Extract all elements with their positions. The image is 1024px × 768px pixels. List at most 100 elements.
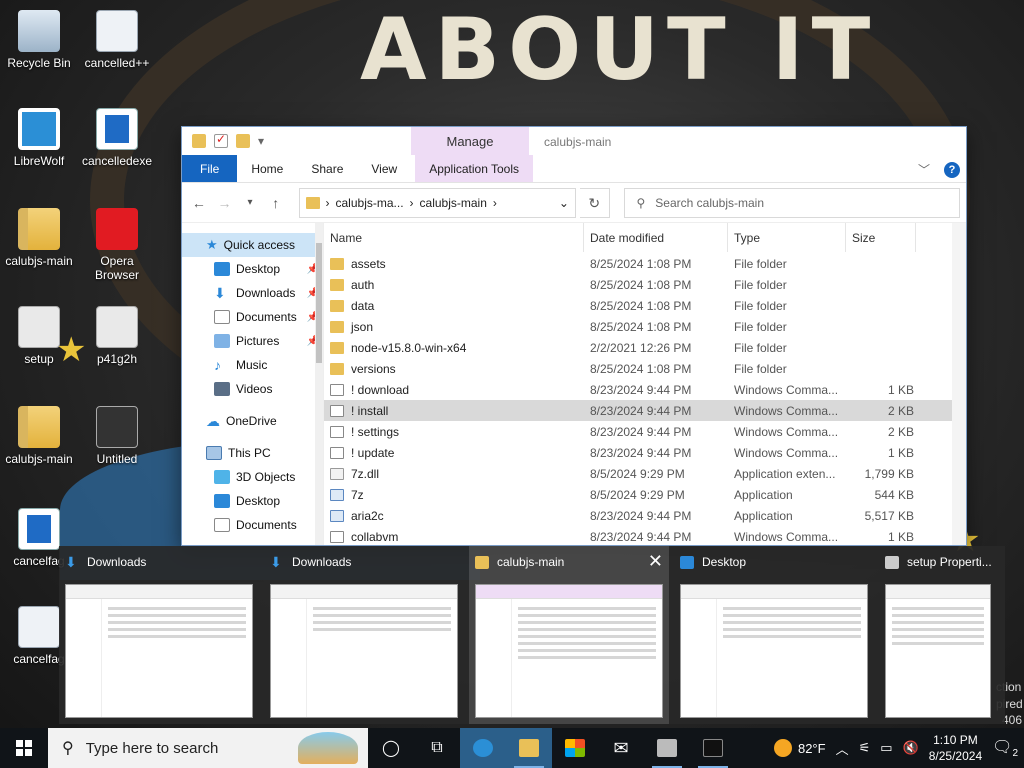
file-row[interactable]: collabvm 8/23/2024 9:44 PM Windows Comma..… — [324, 526, 966, 545]
tab-file[interactable]: File — [182, 155, 238, 182]
desktop-icon-recycle-bin[interactable]: Recycle Bin — [0, 10, 79, 70]
address-bar[interactable]: › calubjs-ma... › calubjs-main › ⌄ — [298, 187, 576, 218]
chevron-right-icon: › — [492, 195, 497, 210]
desktop-icon-librewolf[interactable]: LibreWolf — [0, 108, 79, 168]
nav-scrollbar[interactable] — [315, 223, 323, 545]
taskbar-mail[interactable]: ✉ — [598, 728, 644, 768]
file-list-scrollbar[interactable] — [952, 223, 966, 545]
thumbnail-calubjs-main[interactable]: calubjs-main ✕ — [469, 546, 669, 724]
file-row[interactable]: ! install 8/23/2024 9:44 PM Windows Comma.… — [324, 400, 966, 421]
tab-application-tools[interactable]: Application Tools — [415, 155, 534, 182]
column-header-size[interactable]: Size — [846, 223, 916, 252]
thumbnail-setup-properties[interactable]: setup Properti... — [879, 546, 1005, 724]
desktop-icon-opera[interactable]: Opera Browser — [77, 208, 157, 282]
thumbnail-downloads-1[interactable]: ⬇ Downloads — [59, 546, 259, 724]
taskbar-file-explorer[interactable] — [506, 728, 552, 768]
back-icon[interactable]: ← — [188, 195, 210, 211]
file-row[interactable]: ! download 8/23/2024 9:44 PM Windows Comma… — [324, 379, 966, 400]
customize-toolbar-icon[interactable]: ▾ — [258, 134, 264, 148]
nav-item-pictures[interactable]: Pictures 📌 — [182, 329, 323, 353]
file-row[interactable]: ! update 8/23/2024 9:44 PM Windows Comma..… — [324, 442, 966, 463]
taskbar-search-box[interactable]: ⚲ Type here to search — [48, 728, 368, 768]
clock[interactable]: 1:10 PM 8/25/2024 — [929, 732, 982, 764]
refresh-icon[interactable]: ↻ — [579, 187, 610, 218]
desktop-icon-label: cancelled++ — [84, 56, 150, 70]
tab-view[interactable]: View — [357, 155, 411, 182]
chevron-up-icon[interactable]: ︿ — [836, 739, 849, 758]
desktop-icon-label: cancelfag — [13, 554, 65, 568]
desktop-icon-label: Recycle Bin — [7, 56, 71, 70]
desktop-icon-cancelled-plus[interactable]: cancelled++ — [77, 10, 157, 70]
breadcrumb-item[interactable]: calubjs-main — [420, 196, 487, 210]
nav-item-this-pc[interactable]: This PC — [182, 441, 323, 465]
notifications-icon[interactable]: 🗨2 — [992, 737, 1018, 759]
file-name: node-v15.8.0-win-x64 — [351, 340, 467, 355]
recent-locations-icon[interactable]: ▾ — [239, 197, 261, 208]
nav-label: Desktop — [236, 494, 281, 508]
desktop-icon-calubjs-zip[interactable]: calubjs-main — [0, 208, 79, 268]
tab-share[interactable]: Share — [297, 155, 357, 182]
file-row[interactable]: json 8/25/2024 1:08 PM File folder — [324, 316, 966, 337]
chevron-right-icon: › — [325, 195, 330, 210]
file-row[interactable]: 7z 8/5/2024 9:29 PM Application 544 KB — [324, 484, 966, 505]
desktop-icon-untitled[interactable]: Untitled — [77, 406, 157, 466]
nav-item-music[interactable]: ♪ Music — [182, 353, 323, 377]
file-row[interactable]: aria2c 8/23/2024 9:44 PM Application 5,517 … — [324, 505, 966, 526]
file-row[interactable]: 7z.dll 8/5/2024 9:29 PM Application exten.… — [324, 463, 966, 484]
taskbar-store[interactable] — [552, 728, 598, 768]
expand-ribbon-icon[interactable]: ﹀ — [918, 161, 930, 178]
file-row[interactable]: assets 8/25/2024 1:08 PM File folder — [324, 253, 966, 274]
screen-icon[interactable]: ▭ — [880, 740, 892, 756]
nav-item-videos[interactable]: Videos — [182, 377, 323, 401]
file-row[interactable]: ! settings 8/23/2024 9:44 PM Windows Comma… — [324, 421, 966, 442]
desktop-icon-calubjs-main[interactable]: calubjs-main — [0, 406, 79, 466]
nav-item-documents[interactable]: Documents 📌 — [182, 305, 323, 329]
column-header-name[interactable]: Name — [324, 223, 584, 252]
up-icon[interactable]: ↑ — [265, 195, 287, 211]
cortana-button[interactable]: ◯ — [368, 728, 414, 768]
desktop-icon — [214, 494, 230, 508]
cloud-icon: ☁ — [206, 412, 220, 429]
file-date: 8/23/2024 9:44 PM — [590, 508, 692, 523]
desktop-icon-cancelledexe[interactable]: cancelledexe — [77, 108, 157, 168]
chevron-down-icon[interactable]: ⌄ — [559, 196, 569, 210]
new-folder-icon[interactable] — [236, 134, 250, 148]
search-input[interactable]: ⚲ Search calubjs-main — [623, 187, 960, 218]
file-row[interactable]: auth 8/25/2024 1:08 PM File folder — [324, 274, 966, 295]
help-icon[interactable]: ? — [944, 161, 960, 178]
nav-item-quick-access[interactable]: ★ Quick access — [182, 233, 323, 257]
properties-icon[interactable] — [214, 132, 228, 148]
thumbnail-desktop[interactable]: Desktop — [674, 546, 874, 724]
notification-count: 2 — [1012, 748, 1018, 760]
tab-home[interactable]: Home — [237, 155, 297, 182]
column-header-date[interactable]: Date modified — [584, 223, 728, 252]
taskbar-setup[interactable] — [644, 728, 690, 768]
breadcrumb-item[interactable]: calubjs-ma... — [336, 196, 404, 210]
file-row[interactable]: versions 8/25/2024 1:08 PM File folder — [324, 358, 966, 379]
folder-icon — [519, 739, 539, 757]
close-icon[interactable]: ✕ — [648, 552, 663, 570]
desktop-icon-p41g2h[interactable]: p41g2h — [77, 306, 157, 366]
volume-muted-icon[interactable]: 🔇 — [903, 740, 919, 756]
start-button[interactable] — [0, 728, 48, 768]
taskbar-command-prompt[interactable] — [690, 728, 736, 768]
taskbar-librewolf[interactable] — [460, 728, 506, 768]
nav-item-desktop-pc[interactable]: Desktop — [182, 489, 323, 513]
thumbnail-downloads-2[interactable]: ⬇ Downloads — [264, 546, 464, 724]
file-row[interactable]: data 8/25/2024 1:08 PM File folder — [324, 295, 966, 316]
forward-icon[interactable]: → — [214, 195, 236, 211]
network-icon[interactable]: ⚟ — [859, 740, 871, 756]
nav-item-3d-objects[interactable]: 3D Objects — [182, 465, 323, 489]
nav-item-documents-pc[interactable]: Documents — [182, 513, 323, 537]
column-header-type[interactable]: Type — [728, 223, 846, 252]
nav-item-downloads[interactable]: ⬇ Downloads 📌 — [182, 281, 323, 305]
desktop-icon-setup[interactable]: setup — [0, 306, 79, 366]
task-view-button[interactable]: ⧉ — [414, 728, 460, 768]
weather-widget[interactable]: 82°F — [773, 739, 826, 757]
nav-item-onedrive[interactable]: ☁ OneDrive — [182, 409, 323, 433]
nav-item-desktop[interactable]: Desktop 📌 — [182, 257, 323, 281]
file-row[interactable]: node-v15.8.0-win-x64 2/2/2021 12:26 PM Fil… — [324, 337, 966, 358]
title-bar[interactable]: ▾ Manage calubjs-main — [182, 127, 966, 155]
manage-tab[interactable]: Manage — [411, 127, 529, 155]
folder-icon[interactable] — [192, 134, 206, 148]
